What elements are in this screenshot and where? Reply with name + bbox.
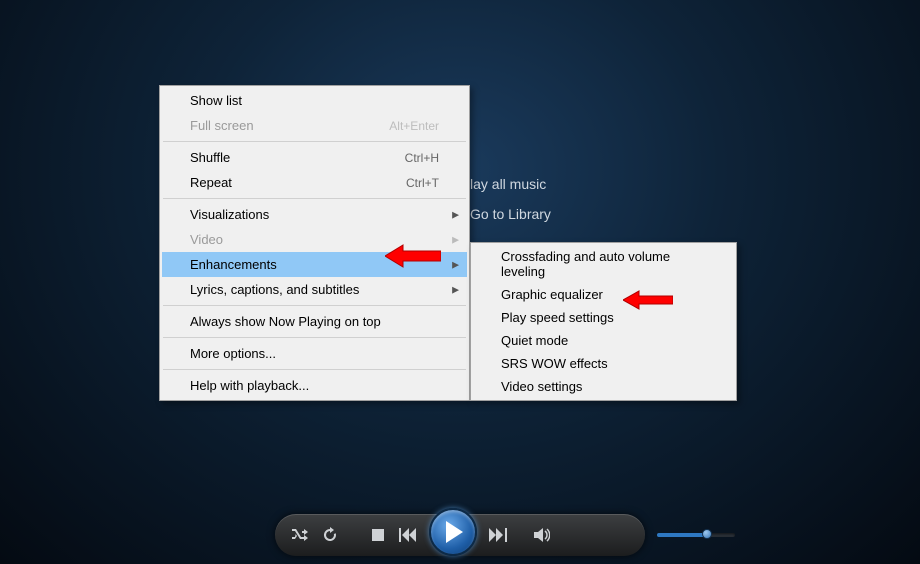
menu-separator [163,141,466,142]
previous-button[interactable] [397,524,419,546]
menu-shortcut: Ctrl+H [405,151,439,165]
menu-separator [163,305,466,306]
menu-label: Play speed settings [501,310,614,325]
chevron-right-icon: ▶ [452,209,459,220]
menu-label: Help with playback... [190,378,309,393]
slider-fill [657,533,705,537]
menu-label: Crossfading and auto volume leveling [501,249,716,279]
menu-label: Lyrics, captions, and subtitles [190,282,359,297]
play-button[interactable] [429,508,477,556]
menu-label: Always show Now Playing on top [190,314,381,329]
menu-shortcut: Ctrl+T [406,176,439,190]
menu-help-playback[interactable]: Help with playback... [162,373,467,398]
menu-full-screen: Full screen Alt+Enter [162,113,467,138]
menu-separator [163,369,466,370]
menu-lyrics[interactable]: Lyrics, captions, and subtitles ▶ [162,277,467,302]
menu-label: Visualizations [190,207,269,222]
next-button[interactable] [487,524,509,546]
menu-repeat[interactable]: Repeat Ctrl+T [162,170,467,195]
menu-label: Shuffle [190,150,230,165]
volume-slider[interactable] [657,532,735,538]
menu-enhancements[interactable]: Enhancements ▶ [162,252,467,277]
menu-label: Show list [190,93,242,108]
submenu-play-speed[interactable]: Play speed settings [473,306,734,329]
player-controls [275,514,645,556]
enhancements-submenu: Crossfading and auto volume leveling Gra… [470,242,737,401]
menu-label: Graphic equalizer [501,287,603,302]
submenu-graphic-equalizer[interactable]: Graphic equalizer [473,283,734,306]
menu-video: Video ▶ [162,227,467,252]
menu-visualizations[interactable]: Visualizations ▶ [162,202,467,227]
chevron-right-icon: ▶ [452,259,459,270]
menu-more-options[interactable]: More options... [162,341,467,366]
submenu-srs-wow[interactable]: SRS WOW effects [473,352,734,375]
menu-label: SRS WOW effects [501,356,608,371]
chevron-right-icon: ▶ [452,234,459,245]
chevron-right-icon: ▶ [452,284,459,295]
menu-label: More options... [190,346,276,361]
submenu-video-settings[interactable]: Video settings [473,375,734,398]
now-playing-links: lay all music Go to Library [470,176,551,236]
menu-label: Video [190,232,223,247]
menu-label: Quiet mode [501,333,568,348]
menu-label: Video settings [501,379,582,394]
context-menu: Show list Full screen Alt+Enter Shuffle … [159,85,470,401]
menu-show-list[interactable]: Show list [162,88,467,113]
menu-label: Repeat [190,175,232,190]
play-all-music-link[interactable]: lay all music [470,176,551,192]
menu-always-on-top[interactable]: Always show Now Playing on top [162,309,467,334]
shuffle-button[interactable] [289,524,311,546]
menu-shortcut: Alt+Enter [389,119,439,133]
menu-label: Full screen [190,118,254,133]
go-to-library-link[interactable]: Go to Library [470,206,551,222]
submenu-quiet-mode[interactable]: Quiet mode [473,329,734,352]
slider-thumb[interactable] [702,529,712,539]
submenu-crossfading[interactable]: Crossfading and auto volume leveling [473,245,734,283]
menu-label: Enhancements [190,257,277,272]
mute-button[interactable] [531,524,553,546]
stop-button[interactable] [367,524,389,546]
menu-separator [163,198,466,199]
repeat-button[interactable] [319,524,341,546]
menu-separator [163,337,466,338]
menu-shuffle[interactable]: Shuffle Ctrl+H [162,145,467,170]
